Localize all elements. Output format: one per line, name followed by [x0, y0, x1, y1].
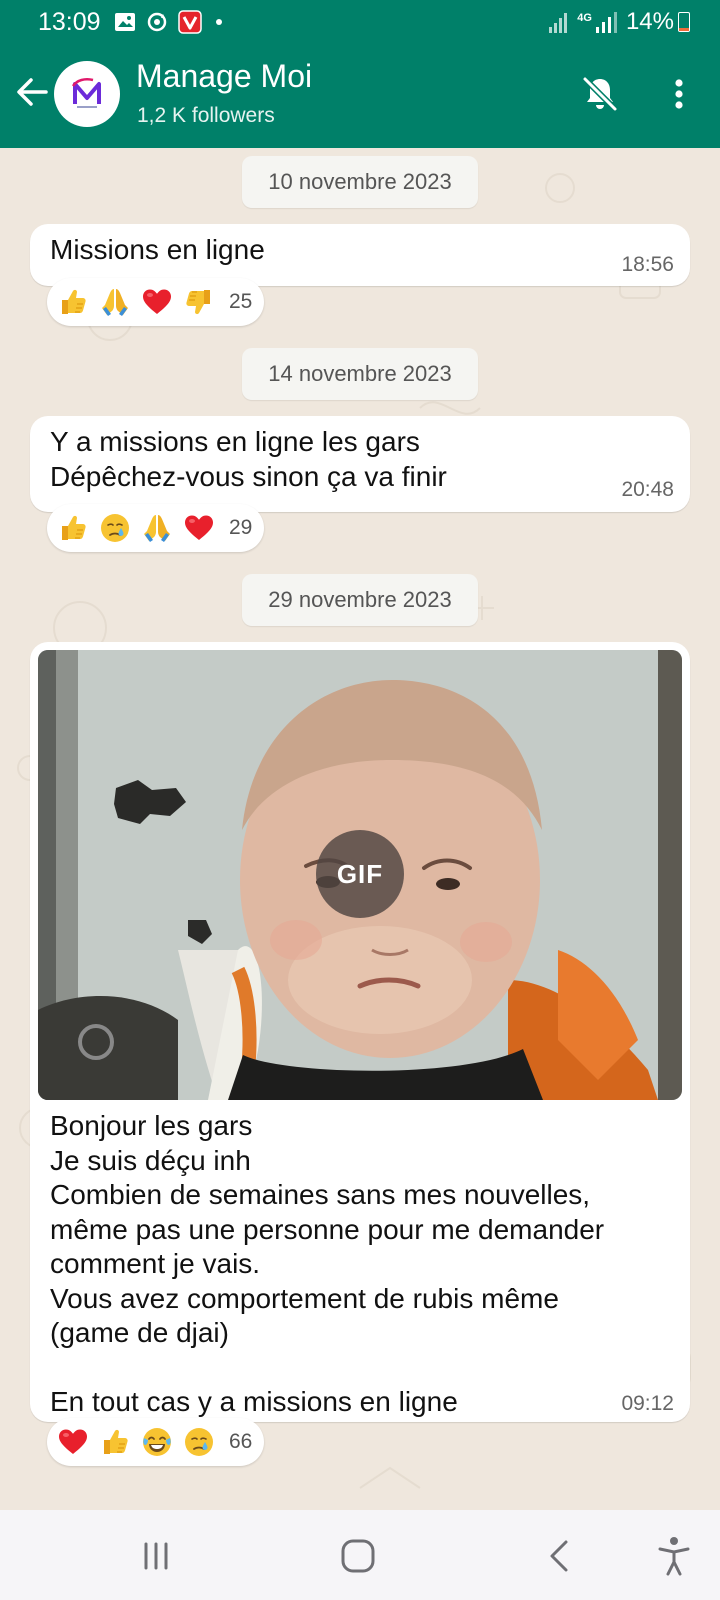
- message-time: 20:48: [621, 478, 674, 501]
- battery-percent: 14%: [625, 8, 674, 35]
- reaction-bar[interactable]: 66: [47, 1418, 265, 1466]
- date-separator: 29 novembre 2023: [242, 574, 478, 626]
- chat-header: Manage Moi 1,2 K followers: [0, 44, 720, 148]
- thumbs-up-icon: [57, 286, 89, 318]
- message-bubble[interactable]: Y a missions en ligne les gars Dépêchez-…: [30, 416, 690, 512]
- notification-dot-icon: [216, 19, 222, 25]
- gif-badge[interactable]: GIF: [316, 830, 404, 918]
- recent-apps-icon[interactable]: [132, 1532, 180, 1580]
- tears-of-joy-icon: [141, 1426, 173, 1458]
- thumbs-up-icon: [57, 512, 89, 544]
- date-separator: 14 novembre 2023: [242, 348, 478, 400]
- system-nav-bar: [0, 1510, 720, 1600]
- accessibility-icon[interactable]: [650, 1532, 698, 1580]
- channel-avatar[interactable]: [54, 61, 120, 127]
- message-list[interactable]: 10 novembre 2023 Missions en ligne 18:56…: [0, 148, 720, 1510]
- message-text: Missions en ligne: [50, 234, 265, 265]
- signal-4g-icon: [595, 12, 617, 33]
- thumbs-up-icon: [99, 1426, 131, 1458]
- red-heart-icon: [183, 512, 215, 544]
- reaction-bar[interactable]: 25: [47, 278, 265, 326]
- more-vert-icon[interactable]: [664, 74, 694, 114]
- back-icon[interactable]: [536, 1532, 584, 1580]
- bell-off-icon[interactable]: [580, 74, 620, 114]
- battery-icon: [678, 12, 690, 32]
- date-separator: 10 novembre 2023: [242, 156, 478, 208]
- followers-count[interactable]: 1,2 K followers: [137, 104, 275, 128]
- reaction-bar[interactable]: 29: [47, 504, 265, 552]
- red-heart-icon: [57, 1426, 89, 1458]
- reaction-count: 66: [229, 1430, 253, 1453]
- message-bubble[interactable]: Missions en ligne 18:56: [30, 224, 690, 286]
- message-time: 18:56: [621, 253, 674, 276]
- status-bar: 13:09 4G 14%: [0, 0, 720, 44]
- crying-face-icon: [99, 512, 131, 544]
- status-notification-icons: [114, 10, 222, 34]
- home-icon[interactable]: [334, 1532, 382, 1580]
- logo-icon: [71, 78, 101, 108]
- red-heart-icon: [141, 286, 173, 318]
- message-text: Y a missions en ligne les gars Dépêchez-…: [50, 426, 447, 492]
- thumbs-down-icon: [183, 286, 215, 318]
- reaction-count: 25: [229, 290, 253, 313]
- sync-icon: [147, 12, 167, 32]
- crying-face-icon: [183, 1426, 215, 1458]
- status-time: 13:09: [38, 8, 101, 36]
- back-arrow-icon[interactable]: [14, 74, 50, 110]
- signal-icon: [549, 13, 568, 33]
- app-v-icon: [178, 10, 202, 34]
- gif-media[interactable]: GIF: [38, 650, 682, 1100]
- channel-name[interactable]: Manage Moi: [136, 58, 312, 95]
- network-type: 4G: [577, 11, 592, 24]
- reaction-count: 29: [229, 516, 253, 539]
- gallery-icon: [115, 13, 135, 31]
- status-right-group: 4G 14%: [549, 8, 674, 36]
- folded-hands-icon: [99, 286, 131, 318]
- folded-hands-icon: [141, 512, 173, 544]
- message-bubble[interactable]: GIF Bonjour les gars Je suis déçu inh Co…: [30, 642, 690, 1422]
- message-time: 09:12: [621, 1392, 674, 1415]
- message-text: Bonjour les gars Je suis déçu inh Combie…: [50, 1110, 605, 1417]
